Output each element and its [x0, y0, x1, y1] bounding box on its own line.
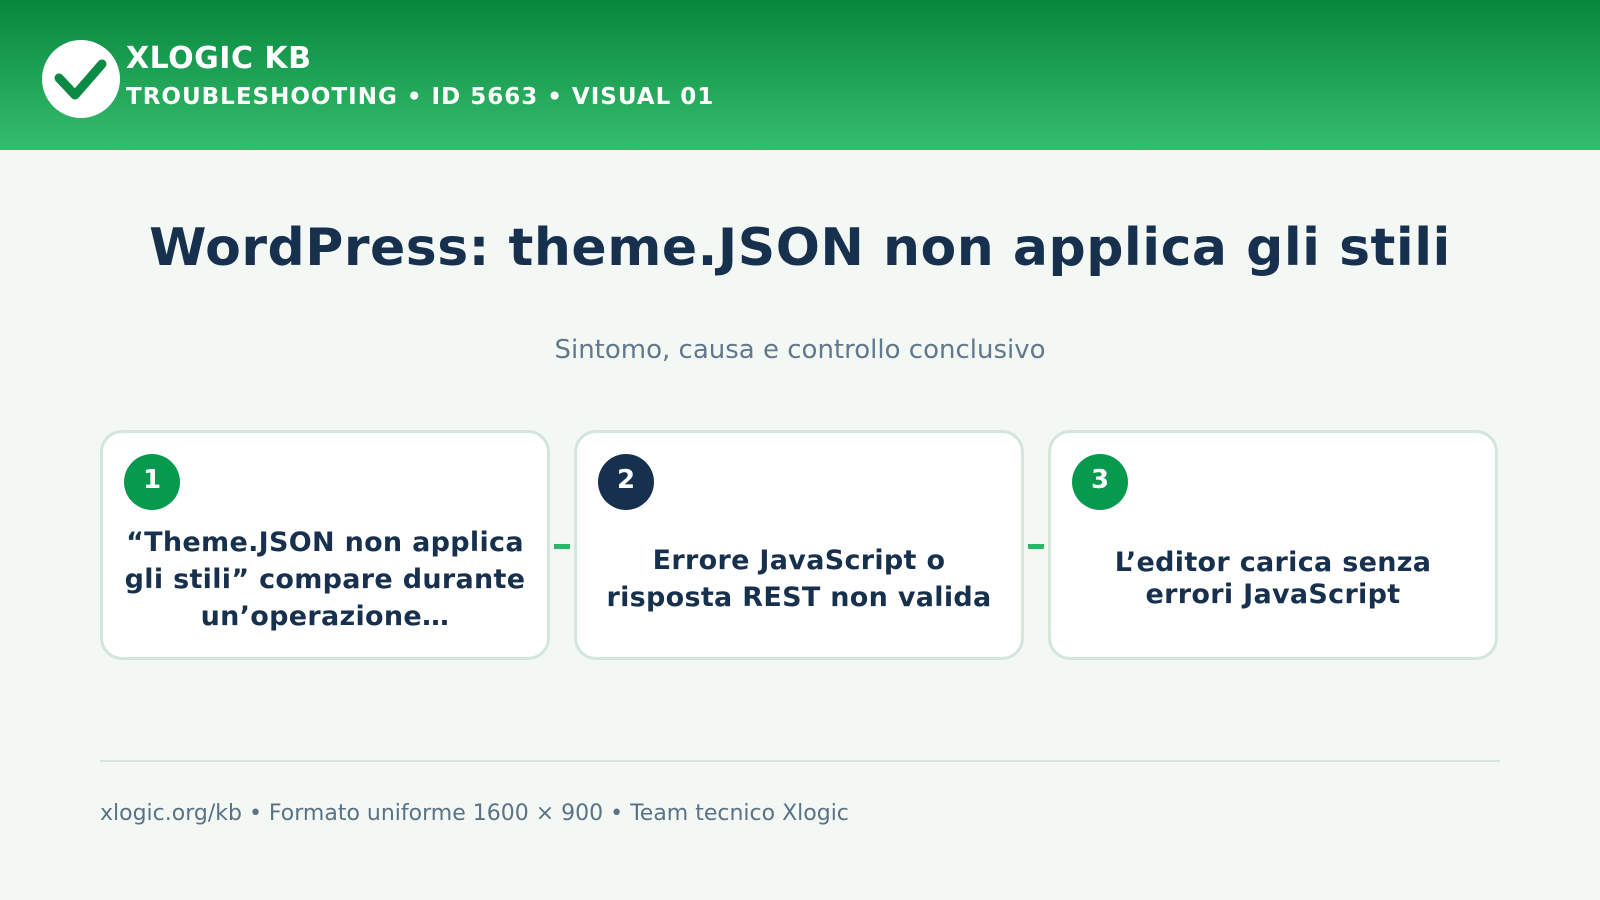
- step-card-1: 1 “Theme.JSON non applica gli stili” com…: [100, 430, 550, 660]
- step-number-badge: 3: [1072, 454, 1128, 510]
- brand-name: XLOGIC KB: [126, 41, 312, 76]
- article-meta: TROUBLESHOOTING • ID 5663 • VISUAL 01: [126, 84, 715, 110]
- page-subtitle: Sintomo, causa e controllo conclusivo: [554, 335, 1046, 365]
- step-card-3: 3 L’editor carica senza errori JavaScrip…: [1048, 430, 1498, 660]
- footer-text: xlogic.org/kb • Formato uniforme 1600 × …: [100, 801, 849, 826]
- step-connector: [1028, 544, 1044, 549]
- logo: [42, 40, 120, 118]
- step-number-badge: 1: [124, 454, 180, 510]
- step-text: “Theme.JSON non applica gli stili” compa…: [124, 526, 526, 632]
- step-number-badge: 2: [598, 454, 654, 510]
- check-icon: [54, 59, 107, 100]
- step-connector: [554, 544, 570, 549]
- step-text: Errore JavaScript o risposta REST non va…: [606, 545, 992, 613]
- step-card-2: 2 Errore JavaScript o risposta REST non …: [574, 430, 1024, 660]
- header-banner: XLOGIC KB TROUBLESHOOTING • ID 5663 • VI…: [0, 0, 1600, 150]
- step-text: L’editor carica senza errori JavaScript: [1114, 547, 1432, 610]
- page-title: WordPress: theme.JSON non applica gli st…: [149, 218, 1451, 278]
- footer-divider: [100, 760, 1500, 762]
